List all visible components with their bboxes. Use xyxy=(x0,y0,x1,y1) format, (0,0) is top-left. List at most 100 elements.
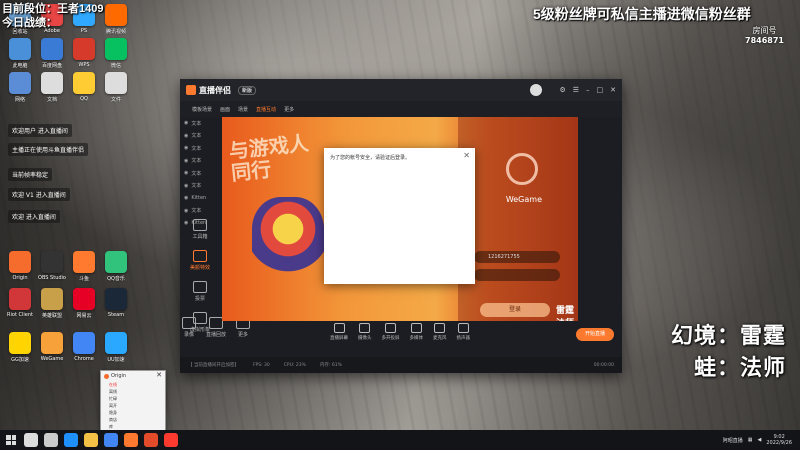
eye-icon[interactable]: ◉ xyxy=(184,183,188,189)
origin-menu-item[interactable]: 离开 xyxy=(101,402,165,409)
desktop-shortcut[interactable]: Origin xyxy=(4,251,36,287)
scene-row[interactable]: ◉ 文本 xyxy=(180,180,220,193)
control-button[interactable]: 扬声器 xyxy=(457,323,470,341)
desktop-shortcut[interactable]: 网易云 xyxy=(68,288,100,324)
dialog-close-icon[interactable]: ✕ xyxy=(463,151,470,160)
app-icon xyxy=(73,332,95,354)
scene-row[interactable]: ◉ 文本 xyxy=(180,142,220,155)
eye-icon[interactable]: ◉ xyxy=(184,120,188,126)
volume-icon[interactable]: ◀ xyxy=(758,437,762,443)
app-icon xyxy=(105,4,127,26)
wegame-login-button[interactable]: 登录 xyxy=(480,303,550,317)
desktop-shortcut[interactable]: Chrome xyxy=(68,332,100,368)
desktop-shortcut[interactable]: WeGame xyxy=(36,332,68,368)
desktop-shortcut[interactable]: 百度网盘 xyxy=(36,38,68,74)
origin-menu-item[interactable]: 忙碌 xyxy=(101,395,165,402)
tool-item[interactable]: 美颜特效 xyxy=(180,250,220,271)
scene-row[interactable]: ◉ 文本 xyxy=(180,205,220,218)
desktop-shortcut[interactable]: OBS Studio xyxy=(36,251,68,287)
eye-icon[interactable]: ◉ xyxy=(184,133,188,139)
tool-item[interactable]: 录像 xyxy=(182,317,196,338)
title-bar[interactable]: 直播伴侣 新版 ⚙ ☰ – □ ✕ xyxy=(180,79,622,101)
origin-close-icon[interactable]: ✕ xyxy=(156,371,162,379)
eye-icon[interactable]: ◉ xyxy=(184,195,188,201)
chrome-icon[interactable] xyxy=(104,433,118,447)
eye-icon[interactable]: ◉ xyxy=(184,208,188,214)
desktop-shortcut[interactable]: 斗鱼 xyxy=(68,251,100,287)
scene-row[interactable]: ◉ 文本 xyxy=(180,155,220,168)
version-badge[interactable]: 新版 xyxy=(238,85,257,95)
origin-menu: 在线离线忙碌离开隐身商店库帮助 xyxy=(101,381,165,437)
desktop-shortcut[interactable]: 英雄联盟 xyxy=(36,288,68,324)
illusion-overlay: 幻境：雷霆 xyxy=(670,323,786,348)
desktop-shortcut[interactable]: QQ xyxy=(68,72,100,108)
tool-label: 直播回放 xyxy=(206,332,227,338)
origin-menu-item[interactable]: 离线 xyxy=(101,388,165,395)
user-avatar[interactable] xyxy=(530,84,543,96)
start-icon[interactable] xyxy=(4,433,18,447)
app-logo: 直播伴侣 新版 xyxy=(186,85,257,96)
desktop-shortcut[interactable]: 网络 xyxy=(4,72,36,108)
scene-row[interactable]: ◉ 文本 xyxy=(180,117,220,130)
app-tab[interactable]: 画面 xyxy=(220,106,230,113)
origin-menu-item[interactable]: 库 xyxy=(101,423,165,430)
settings-icon[interactable]: ⚙ xyxy=(559,86,565,94)
eye-icon[interactable]: ◉ xyxy=(184,158,188,164)
tool-label: 工具箱 xyxy=(192,234,208,240)
desktop-shortcut[interactable]: 文件 xyxy=(100,72,132,108)
control-button[interactable]: 麦克风 xyxy=(433,323,447,341)
desktop-shortcut[interactable]: WPS xyxy=(68,38,100,74)
control-button[interactable]: 直播屏幕 xyxy=(330,323,348,341)
desktop-shortcut-label: QQ xyxy=(80,96,88,102)
explorer-icon[interactable] xyxy=(84,433,98,447)
menu-icon[interactable]: ☰ xyxy=(573,86,579,94)
desktop-shortcut[interactable]: 腾讯视频 xyxy=(100,4,132,40)
tool-item[interactable]: 投票 xyxy=(180,281,220,302)
minimize-icon[interactable]: – xyxy=(586,86,590,94)
desktop-shortcut[interactable]: Riot Client xyxy=(4,288,36,324)
control-label: 麦克风 xyxy=(433,336,447,341)
scene-row[interactable]: ◉ Kitten xyxy=(180,192,220,205)
app-tab[interactable]: 场景 xyxy=(238,106,248,113)
edge-icon[interactable] xyxy=(64,433,78,447)
desktop-shortcut[interactable]: 此电脑 xyxy=(4,38,36,74)
app-tabs: 模板场景 画面 场景 直播互动 更多 xyxy=(180,101,622,117)
desktop-shortcut[interactable]: Steam xyxy=(100,288,132,324)
origin-menu-item[interactable]: 隐身 xyxy=(101,409,165,416)
app-tab[interactable]: 模板场景 xyxy=(192,106,212,113)
search-icon[interactable] xyxy=(24,433,38,447)
desktop-shortcut[interactable]: QQ音乐 xyxy=(100,251,132,287)
app-tab[interactable]: 直播互动 xyxy=(256,106,276,113)
eye-icon[interactable]: ◉ xyxy=(184,170,188,176)
control-button[interactable]: 多媒体 xyxy=(410,323,423,341)
browser-icon[interactable] xyxy=(144,433,158,447)
close-icon[interactable]: ✕ xyxy=(610,86,616,94)
tool-item[interactable]: 工具箱 xyxy=(180,219,220,240)
control-button[interactable]: 多开投屏 xyxy=(382,323,400,341)
desktop-shortcut-label: QQ音乐 xyxy=(107,276,125,282)
desktop-shortcut[interactable]: 微信 xyxy=(100,38,132,74)
taskview-icon[interactable] xyxy=(44,433,58,447)
tray-text[interactable]: 阿昭直播 xyxy=(723,437,743,444)
game-icon[interactable] xyxy=(124,433,138,447)
control-icon xyxy=(333,323,345,333)
password-field[interactable] xyxy=(474,269,560,281)
origin-menu-item[interactable]: 在线 xyxy=(101,381,165,388)
account-field[interactable]: 1216271755 xyxy=(474,251,560,263)
rank-overlay: 目前段位：王者1409 今日战绩： xyxy=(2,2,103,30)
origin-menu-item[interactable]: 商店 xyxy=(101,416,165,423)
desktop-shortcut[interactable]: UU加速 xyxy=(100,332,132,368)
start-live-button[interactable]: 开始直播 xyxy=(576,328,614,341)
desktop-shortcut[interactable]: GG加速 xyxy=(4,332,36,368)
control-button[interactable]: 摄像头 xyxy=(358,323,372,341)
desktop-shortcut[interactable]: 文档 xyxy=(36,72,68,108)
network-icon[interactable]: ▦ xyxy=(748,437,753,443)
eye-icon[interactable]: ◉ xyxy=(184,145,188,151)
scene-row[interactable]: ◉ 文本 xyxy=(180,167,220,180)
maximize-icon[interactable]: □ xyxy=(597,86,604,94)
scene-row[interactable]: ◉ 文本 xyxy=(180,130,220,143)
chat-message: 欢迎 V1 进入直播间 xyxy=(8,188,70,201)
app-tab[interactable]: 更多 xyxy=(284,106,294,113)
clock[interactable]: 9:02 2022/9/26 xyxy=(766,434,792,446)
record-icon[interactable] xyxy=(164,433,178,447)
